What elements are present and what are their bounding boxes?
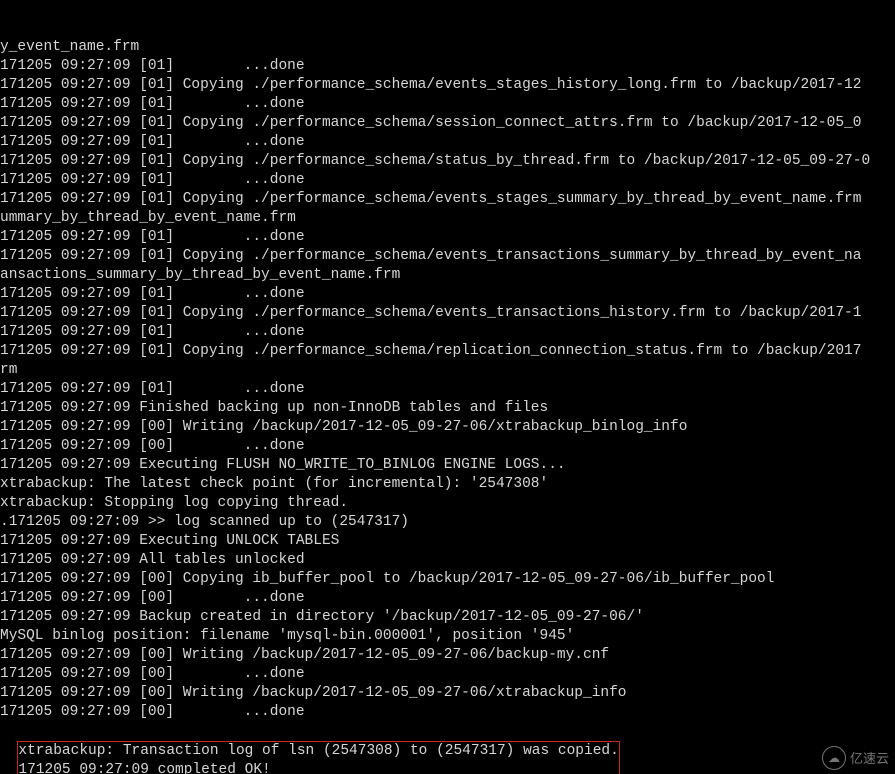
log-line: 171205 09:27:09 [01] ...done: [0, 228, 895, 247]
highlight-line-2: 171205 09:27:09 completed OK!: [18, 762, 270, 774]
log-line: 171205 09:27:09 [00] ...done: [0, 665, 895, 684]
log-line: 171205 09:27:09 [00] ...done: [0, 703, 895, 722]
log-line: MySQL binlog position: filename 'mysql-b…: [0, 627, 895, 646]
watermark: ☁ 亿速云: [822, 746, 889, 770]
log-line: 171205 09:27:09 [01] Copying ./performan…: [0, 114, 895, 133]
log-line: 171205 09:27:09 Executing UNLOCK TABLES: [0, 532, 895, 551]
log-line: xtrabackup: Stopping log copying thread.: [0, 494, 895, 513]
log-line: 171205 09:27:09 Executing FLUSH NO_WRITE…: [0, 456, 895, 475]
log-line: 171205 09:27:09 [01] Copying ./performan…: [0, 342, 895, 361]
log-line: 171205 09:27:09 [00] Writing /backup/201…: [0, 418, 895, 437]
log-line: 171205 09:27:09 [00] ...done: [0, 437, 895, 456]
log-line: ansactions_summary_by_thread_by_event_na…: [0, 266, 895, 285]
terminal-output[interactable]: y_event_name.frm171205 09:27:09 [01] ...…: [0, 0, 895, 774]
log-line: 171205 09:27:09 [01] Copying ./performan…: [0, 152, 895, 171]
log-line: 171205 09:27:09 [01] ...done: [0, 380, 895, 399]
log-line: 171205 09:27:09 [01] Copying ./performan…: [0, 76, 895, 95]
watermark-text: 亿速云: [850, 749, 889, 768]
highlight-line-1: xtrabackup: Transaction log of lsn (2547…: [18, 743, 618, 759]
log-line: 171205 09:27:09 Finished backing up non-…: [0, 399, 895, 418]
log-line: rm: [0, 361, 895, 380]
log-line: 171205 09:27:09 [00] Writing /backup/201…: [0, 646, 895, 665]
log-line: 171205 09:27:09 [00] Writing /backup/201…: [0, 684, 895, 703]
log-line: 171205 09:27:09 [00] ...done: [0, 589, 895, 608]
log-line: 171205 09:27:09 All tables unlocked: [0, 551, 895, 570]
log-line: 171205 09:27:09 [01] Copying ./performan…: [0, 304, 895, 323]
log-line: 171205 09:27:09 [00] Copying ib_buffer_p…: [0, 570, 895, 589]
log-line: 171205 09:27:09 [01] ...done: [0, 323, 895, 342]
log-line: 171205 09:27:09 Backup created in direct…: [0, 608, 895, 627]
log-line: 171205 09:27:09 [01] ...done: [0, 95, 895, 114]
log-line: 171205 09:27:09 [01] ...done: [0, 171, 895, 190]
cloud-icon: ☁: [822, 746, 846, 770]
highlighted-result: xtrabackup: Transaction log of lsn (2547…: [17, 741, 619, 774]
log-line: 171205 09:27:09 [01] ...done: [0, 285, 895, 304]
log-lines: y_event_name.frm171205 09:27:09 [01] ...…: [0, 38, 895, 722]
log-line: ummary_by_thread_by_event_name.frm: [0, 209, 895, 228]
log-line: 171205 09:27:09 [01] ...done: [0, 57, 895, 76]
log-line: y_event_name.frm: [0, 38, 895, 57]
log-line: 171205 09:27:09 [01] Copying ./performan…: [0, 247, 895, 266]
log-line: .171205 09:27:09 >> log scanned up to (2…: [0, 513, 895, 532]
log-line: 171205 09:27:09 [01] ...done: [0, 133, 895, 152]
log-line: 171205 09:27:09 [01] Copying ./performan…: [0, 190, 895, 209]
log-line: xtrabackup: The latest check point (for …: [0, 475, 895, 494]
